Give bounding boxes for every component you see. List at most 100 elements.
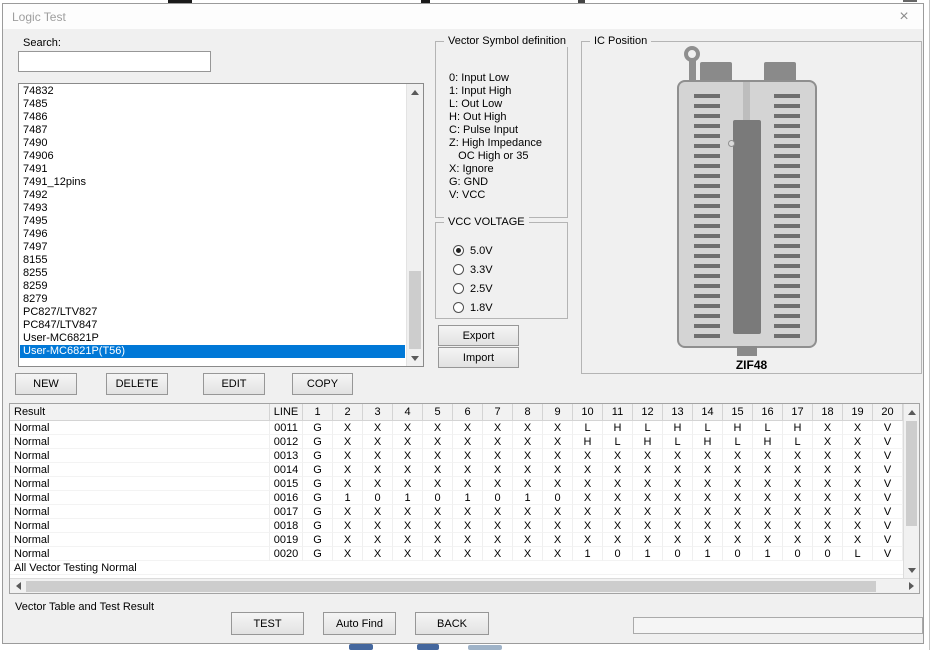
edit-button[interactable]: EDIT — [203, 373, 265, 395]
vector-symbol-lines: 0: Input Low1: Input HighL: Out LowH: Ou… — [449, 72, 542, 202]
column-header[interactable]: 2 — [333, 404, 363, 421]
column-header[interactable]: 5 — [423, 404, 453, 421]
vector-cell: X — [423, 547, 453, 561]
device-list-items: 7483274857486748774907490674917491_12pin… — [20, 85, 405, 365]
list-item[interactable]: User-MC6821P — [20, 332, 405, 345]
list-item[interactable]: 7490 — [20, 137, 405, 150]
list-item[interactable]: 7485 — [20, 98, 405, 111]
table-row[interactable]: Normal0015GXXXXXXXXXXXXXXXXXXV — [10, 477, 903, 491]
scroll-right-arrow-icon[interactable] — [903, 579, 919, 593]
column-header[interactable]: 16 — [753, 404, 783, 421]
zif-pin-slots-left — [694, 94, 720, 338]
table-row[interactable]: Normal0016G10101010XXXXXXXXXXV — [10, 491, 903, 505]
scrollbar-thumb[interactable] — [409, 271, 421, 349]
list-item[interactable]: 8155 — [20, 254, 405, 267]
list-item[interactable]: 74906 — [20, 150, 405, 163]
vector-cell: X — [783, 491, 813, 505]
table-horizontal-scrollbar[interactable] — [10, 578, 919, 593]
device-listbox[interactable]: 7483274857486748774907490674917491_12pin… — [18, 83, 424, 367]
column-header[interactable]: 13 — [663, 404, 693, 421]
table-row[interactable]: Normal0013GXXXXXXXXXXXXXXXXXXV — [10, 449, 903, 463]
vector-cell: H — [753, 435, 783, 449]
table-row[interactable]: Normal0017GXXXXXXXXXXXXXXXXXXV — [10, 505, 903, 519]
device-list-scrollbar[interactable] — [406, 84, 423, 366]
column-header[interactable]: 11 — [603, 404, 633, 421]
table-row[interactable]: Normal0011GXXXXXXXXLHLHLHLHXXV — [10, 421, 903, 435]
column-header[interactable]: 15 — [723, 404, 753, 421]
result-cell: Normal — [10, 533, 270, 547]
list-item[interactable]: 8279 — [20, 293, 405, 306]
list-item[interactable]: 7491 — [20, 163, 405, 176]
result-cell: Normal — [10, 519, 270, 533]
vector-cell: X — [393, 435, 423, 449]
column-header[interactable]: 7 — [483, 404, 513, 421]
table-row[interactable]: Normal0018GXXXXXXXXXXXXXXXXXXV — [10, 519, 903, 533]
column-header[interactable]: 10 — [573, 404, 603, 421]
table-row[interactable]: Normal0012GXXXXXXXXHLHLHLHLXXV — [10, 435, 903, 449]
auto-find-button[interactable]: Auto Find — [323, 612, 396, 635]
column-header[interactable]: LINE — [270, 404, 303, 421]
list-item[interactable]: 74832 — [20, 85, 405, 98]
column-header[interactable]: 12 — [633, 404, 663, 421]
copy-button[interactable]: COPY — [292, 373, 353, 395]
column-header[interactable]: 17 — [783, 404, 813, 421]
list-item[interactable]: PC827/LTV827 — [20, 306, 405, 319]
export-button[interactable]: Export — [438, 325, 519, 346]
column-header[interactable]: 6 — [453, 404, 483, 421]
table-row[interactable]: Normal0019GXXXXXXXXXXXXXXXXXXV — [10, 533, 903, 547]
test-button[interactable]: TEST — [231, 612, 304, 635]
radio-label: 2.5V — [470, 283, 493, 295]
column-header[interactable]: 1 — [303, 404, 333, 421]
list-item[interactable]: 7495 — [20, 215, 405, 228]
list-item[interactable]: User-MC6821P(T56) — [20, 345, 405, 358]
column-header[interactable]: 3 — [363, 404, 393, 421]
scrollbar-thumb[interactable] — [26, 581, 876, 592]
list-item[interactable]: 8255 — [20, 267, 405, 280]
list-item[interactable]: 8259 — [20, 280, 405, 293]
list-item[interactable]: 7493 — [20, 202, 405, 215]
column-header[interactable]: 4 — [393, 404, 423, 421]
vector-cell: X — [363, 477, 393, 491]
column-header[interactable]: 8 — [513, 404, 543, 421]
back-button[interactable]: BACK — [415, 612, 489, 635]
column-header[interactable]: Result — [10, 404, 270, 421]
taskbar-artifact — [468, 645, 502, 650]
import-button[interactable]: Import — [438, 347, 519, 368]
table-row[interactable]: Normal0020GXXXXXXXX101010100LV — [10, 547, 903, 561]
vcc-option-5.0V[interactable]: 5.0V — [453, 244, 493, 257]
vector-cell: X — [753, 463, 783, 477]
list-item[interactable]: 7491_12pins — [20, 176, 405, 189]
vector-cell: X — [483, 505, 513, 519]
column-header[interactable]: 9 — [543, 404, 573, 421]
scroll-up-arrow-icon[interactable] — [407, 84, 423, 100]
table-row[interactable]: Normal0014GXXXXXXXXXXXXXXXXXXV — [10, 463, 903, 477]
delete-button[interactable]: DELETE — [106, 373, 168, 395]
scroll-down-arrow-icon[interactable] — [407, 350, 423, 366]
list-item[interactable]: 7496 — [20, 228, 405, 241]
list-item[interactable]: 7492 — [20, 189, 405, 202]
table-vertical-scrollbar[interactable] — [903, 404, 919, 578]
vector-cell: X — [423, 449, 453, 463]
vector-cell: L — [633, 421, 663, 435]
search-input[interactable] — [18, 51, 211, 72]
new-button[interactable]: NEW — [15, 373, 77, 395]
column-header[interactable]: 14 — [693, 404, 723, 421]
list-item[interactable]: 7487 — [20, 124, 405, 137]
vector-cell: X — [573, 463, 603, 477]
column-header[interactable]: 20 — [873, 404, 903, 421]
scroll-down-arrow-icon[interactable] — [904, 562, 919, 578]
vcc-option-1.8V[interactable]: 1.8V — [453, 301, 493, 314]
column-header[interactable]: 18 — [813, 404, 843, 421]
scroll-left-arrow-icon[interactable] — [10, 579, 26, 593]
status-caption: Vector Table and Test Result — [15, 601, 154, 613]
vcc-option-3.3V[interactable]: 3.3V — [453, 263, 493, 276]
scroll-up-arrow-icon[interactable] — [904, 404, 919, 420]
scrollbar-thumb[interactable] — [906, 421, 917, 526]
list-item[interactable]: 7486 — [20, 111, 405, 124]
vector-cell: X — [423, 463, 453, 477]
list-item[interactable]: PC847/LTV847 — [20, 319, 405, 332]
column-header[interactable]: 19 — [843, 404, 873, 421]
list-item[interactable]: 7497 — [20, 241, 405, 254]
close-button[interactable]: × — [889, 4, 919, 29]
vcc-option-2.5V[interactable]: 2.5V — [453, 282, 493, 295]
